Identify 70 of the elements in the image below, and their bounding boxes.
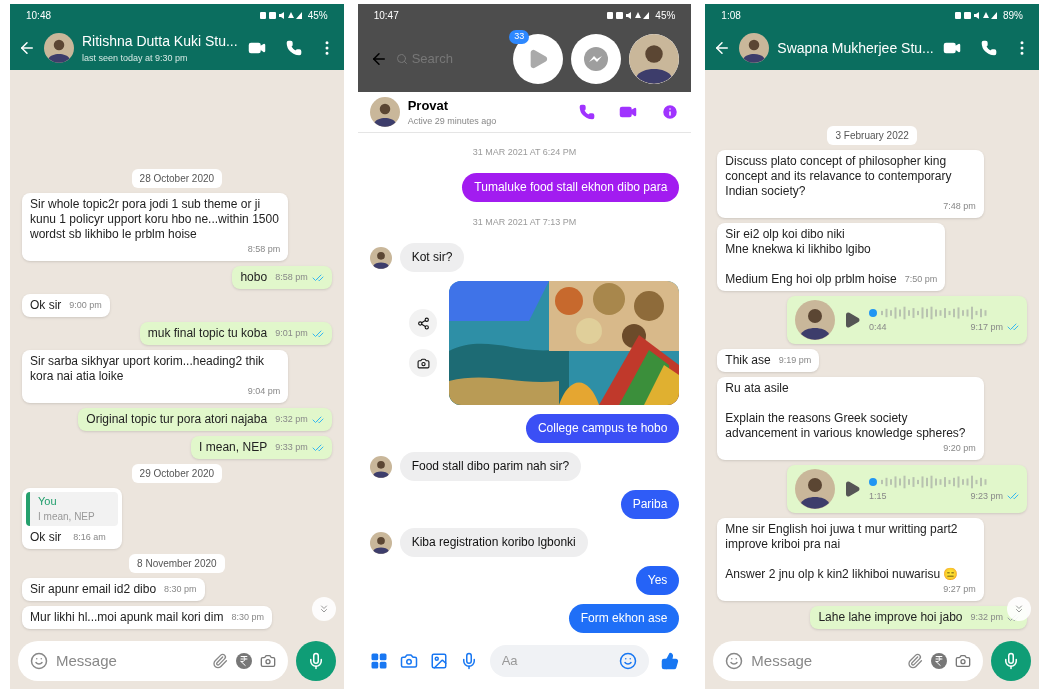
outgoing-message: College campus te hobo xyxy=(525,414,680,443)
message-bar[interactable]: Message xyxy=(713,641,983,681)
voice-duration: 0:44 xyxy=(869,320,887,334)
battery-level: 89% xyxy=(1003,8,1023,23)
message-time: 9:32 pm xyxy=(275,413,308,426)
message-text: Sir whole topic2r pora jodi 1 sub theme or ji kunu 1 policyr upport koru hbo ne...within 1500 wordst sb likhibo le prblm hoise xyxy=(30,197,280,242)
message-time: 9:01 pm xyxy=(275,327,308,340)
message-field[interactable]: Message xyxy=(56,649,204,673)
message-text: Sir ei2 olp koi dibo niki Mne knekwa ki likhibo lgibo Medium Eng hoi olp prblm hoise xyxy=(725,227,897,287)
message-text: I mean, NEP xyxy=(199,440,268,455)
message-time: 8:16 am xyxy=(73,531,106,544)
message-time: 7:48 pm xyxy=(943,200,976,213)
message-text: Lahe lahe improve hoi jabo xyxy=(818,610,963,625)
message-time: 9:27 pm xyxy=(943,583,976,596)
message-text: Ok sir xyxy=(30,530,62,545)
incoming-message: Kot sir? xyxy=(399,243,465,272)
battery-level: 45% xyxy=(655,8,676,23)
message-time: 8:30 pm xyxy=(164,583,197,596)
message-bar[interactable]: Aa xyxy=(489,645,650,677)
message-text: hobo xyxy=(240,270,268,285)
incoming-message: Kiba registration koribo lgbonki xyxy=(399,528,588,557)
voice-duration: 1:15 xyxy=(869,489,887,503)
unread-badge: 33 xyxy=(509,30,530,44)
message-text: Sir sarba sikhyar uport korim...heading2 thik kora nai atia loike xyxy=(30,354,266,384)
outgoing-message: Pariba xyxy=(620,490,680,519)
timestamp: 31 MAR 2021 AT 7:13 PM xyxy=(472,216,577,229)
message-field[interactable]: Message xyxy=(751,649,899,673)
message-time: 9:20 pm xyxy=(943,442,976,455)
date-chip: 29 October 2020 xyxy=(131,464,223,483)
message-text: Sir apunr email id2 dibo xyxy=(30,582,157,597)
status-time: 1:08 xyxy=(721,8,741,23)
contact-name: Provat xyxy=(407,96,450,115)
quote-author: You xyxy=(38,494,58,509)
message-time: 9:32 pm xyxy=(970,611,1003,624)
date-chip: 8 November 2020 xyxy=(129,554,225,573)
message-text: Mne sir English hoi juwa t mur writting part2 improve kriboi pra nai Answer 2 jnu olp k kin2 likhiboi nuwarisu 😑 xyxy=(725,522,960,582)
date-chip: 28 October 2020 xyxy=(131,169,223,188)
outgoing-message: Tumaluke food stall ekhon dibo para xyxy=(462,173,680,202)
timestamp: 31 MAR 2021 AT 6:24 PM xyxy=(472,146,577,159)
message-text: Discuss plato concept of philosopher king concept and its relavance to contemporary Indian society? xyxy=(725,154,953,199)
message-text: Mur likhi hl...moi apunk mail kori dim xyxy=(30,610,224,625)
message-field[interactable]: Aa xyxy=(501,651,620,671)
message-time: 9:00 pm xyxy=(69,299,102,312)
status-time: 10:47 xyxy=(373,8,399,23)
status-time: 10:48 xyxy=(26,8,52,23)
contact-name: Ritishna Dutta Kuki Stu... xyxy=(82,31,239,51)
message-time: 9:33 pm xyxy=(275,441,308,454)
message-time: 9:04 pm xyxy=(247,385,281,398)
message-text: Thik ase xyxy=(725,353,771,368)
battery-level: 45% xyxy=(307,8,328,23)
last-seen: last seen today at 9:30 pm xyxy=(82,51,189,65)
quote-text: I mean, NEP xyxy=(38,510,96,524)
message-text: Ru ata asile Explain the reasons Greek society advancement in various knowledge spheres? xyxy=(725,381,967,441)
incoming-message: Food stall dibo parim nah sir? xyxy=(399,452,582,481)
message-time: 8:30 pm xyxy=(231,611,264,624)
date-chip: 3 February 2022 xyxy=(827,126,917,145)
message-time: 7:50 pm xyxy=(904,273,938,286)
message-text: muk final topic tu koba xyxy=(147,326,268,341)
message-time: 8:58 pm xyxy=(275,271,308,284)
message-time: 9:17 pm xyxy=(970,320,1003,334)
outgoing-message: Form ekhon ase xyxy=(568,604,680,633)
message-time: 9:19 pm xyxy=(778,354,812,367)
outgoing-message: Yes xyxy=(635,566,680,595)
message-text: Ok sir xyxy=(30,298,62,313)
message-text: Original topic tur pora atori najaba xyxy=(86,412,268,427)
active-status: Active 29 minutes ago xyxy=(407,115,498,128)
message-time: 9:23 pm xyxy=(970,489,1003,503)
contact-name: Swapna Mukherjee Stu... xyxy=(777,38,935,58)
message-time: 8:58 pm xyxy=(247,243,281,256)
message-bar[interactable]: Message xyxy=(18,641,288,681)
